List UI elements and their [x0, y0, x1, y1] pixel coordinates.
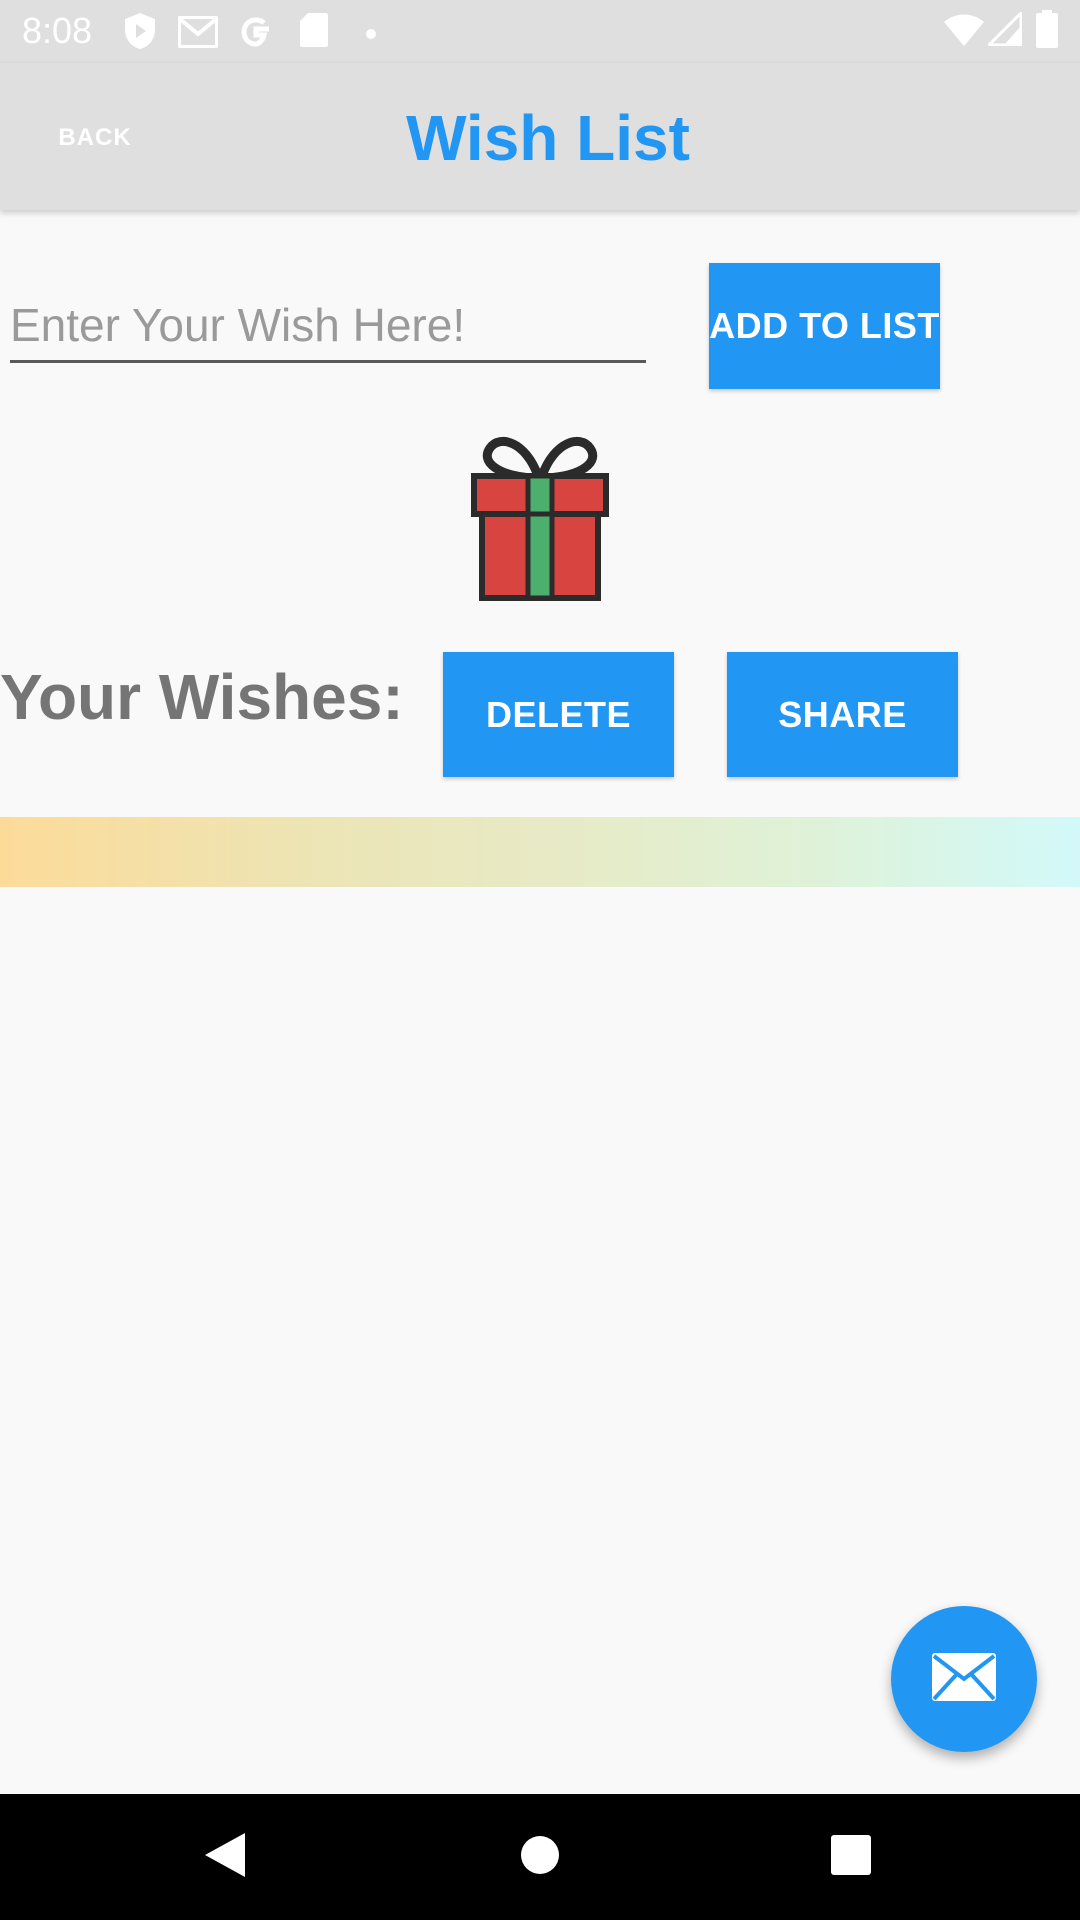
- recents-icon: [831, 1834, 871, 1880]
- gift-icon: [470, 432, 610, 602]
- mail-fab-button[interactable]: [891, 1606, 1037, 1752]
- nav-home-button[interactable]: [495, 1794, 585, 1920]
- delete-button[interactable]: DELETE: [443, 652, 674, 777]
- nav-back-button[interactable]: [180, 1794, 270, 1920]
- nav-recents-button[interactable]: [806, 1794, 896, 1920]
- add-to-list-button[interactable]: ADD TO LIST: [709, 263, 940, 389]
- share-button[interactable]: SHARE: [727, 652, 958, 777]
- mail-icon: [932, 1652, 996, 1706]
- google-icon: [238, 14, 274, 55]
- sd-card-icon: [299, 12, 329, 53]
- home-icon: [520, 1835, 560, 1880]
- status-time: 8:08: [22, 10, 93, 51]
- app-bar: BACK Wish List: [0, 63, 1080, 210]
- navigation-bar: [0, 1794, 1080, 1920]
- signal-icon: [985, 9, 1023, 51]
- wish-input[interactable]: [10, 290, 646, 363]
- page-title: Wish List: [406, 102, 690, 174]
- gmail-icon: [177, 15, 219, 53]
- dot-icon: [366, 26, 376, 44]
- back-icon: [203, 1831, 247, 1884]
- wish-list[interactable]: [0, 817, 1080, 887]
- battery-icon: [1036, 10, 1058, 53]
- wifi-icon: [944, 14, 984, 51]
- wishes-label: Your Wishes:: [0, 661, 404, 733]
- shield-icon: [124, 12, 156, 55]
- status-bar: 8:08: [0, 0, 1080, 63]
